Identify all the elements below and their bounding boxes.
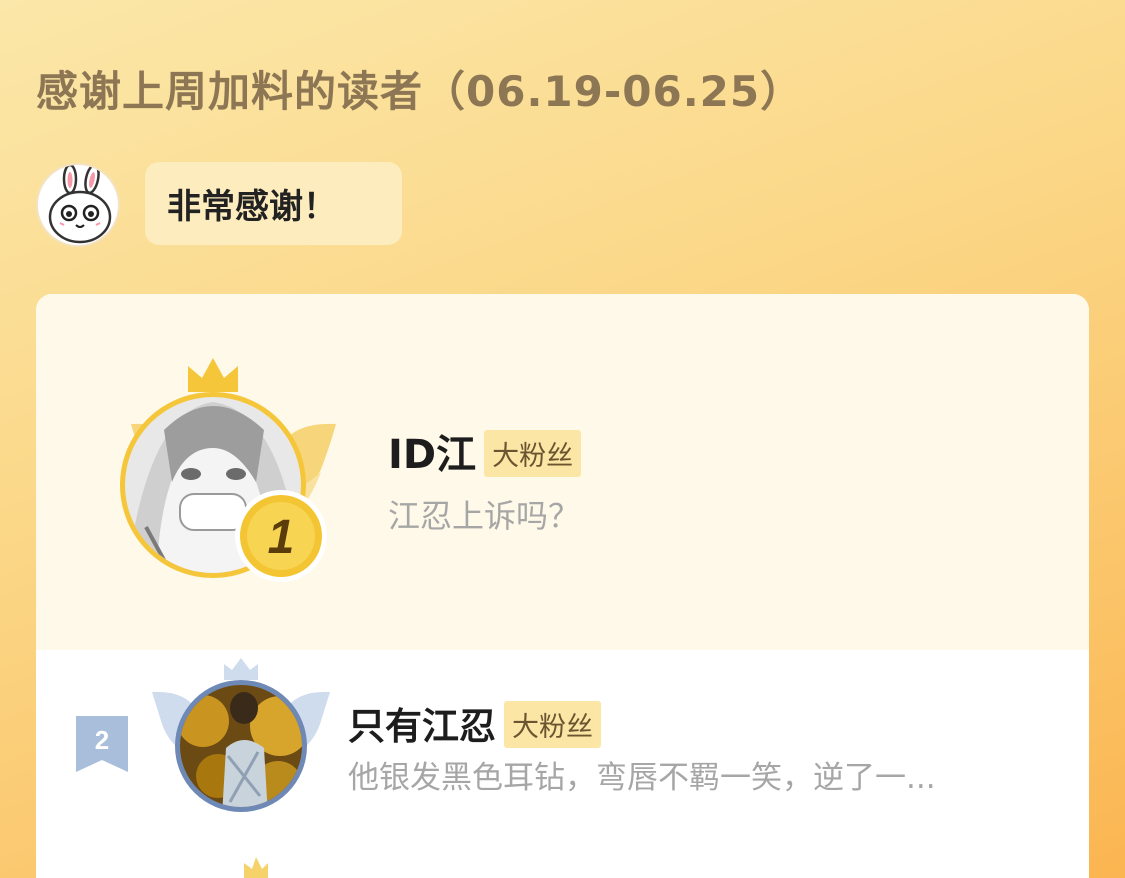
second-place-emblem xyxy=(152,658,330,812)
thank-you-message: 非常感谢！ xyxy=(167,187,337,227)
first-place-username[interactable]: ID江 xyxy=(388,432,476,478)
second-place-message: 他银发黑色耳钻，弯唇不羁一笑，逆了一... xyxy=(348,760,936,796)
second-place-username[interactable]: 只有江忍 xyxy=(348,705,496,748)
first-place-name[interactable]: ID江 大粉丝 xyxy=(388,422,582,481)
page-title: 感谢上周加料的读者（06.19-06.25） xyxy=(36,67,804,116)
leaderboard-card: 1 ID江 大粉丝 江忍上诉吗？ 2 只有江忍 大粉丝 他银发黑色耳钻，弯唇不羁… xyxy=(36,294,1089,878)
bunny-avatar-icon xyxy=(36,163,120,247)
silver-crown-icon xyxy=(224,658,258,680)
rank-2-flag-icon: 2 xyxy=(76,716,128,772)
second-place-name[interactable]: 只有江忍 大粉丝 xyxy=(348,696,601,752)
third-place-crown-icon xyxy=(244,857,268,878)
first-place-message: 江忍上诉吗？ xyxy=(388,497,581,535)
first-place-emblem: 1 xyxy=(120,358,336,582)
fan-badge: 大粉丝 xyxy=(504,701,601,748)
rank-1-number: 1 xyxy=(268,511,295,564)
fan-badge: 大粉丝 xyxy=(484,429,582,477)
crown-icon xyxy=(188,358,238,392)
rank-2-number: 2 xyxy=(95,725,109,755)
thank-you-bubble: 非常感谢！ xyxy=(145,162,402,245)
